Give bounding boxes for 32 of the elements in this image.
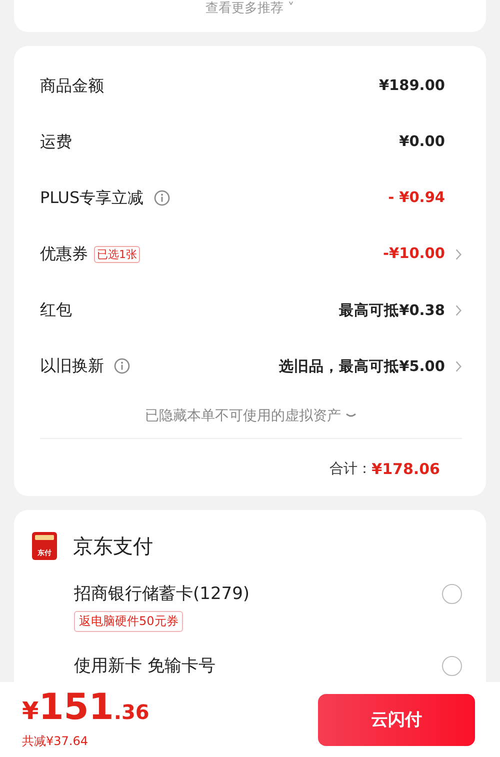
info-icon[interactable] bbox=[154, 190, 170, 206]
fee-label: 商品金额 bbox=[40, 76, 104, 96]
fee-value: ¥189.00 bbox=[378, 78, 445, 94]
radio-button[interactable] bbox=[442, 584, 462, 604]
total-label: 合计： bbox=[330, 460, 372, 478]
fee-value: ¥0.00 bbox=[399, 134, 445, 150]
chevron-icon[interactable] bbox=[455, 304, 462, 316]
info-icon[interactable] bbox=[114, 358, 130, 374]
fee-value: - ¥0.94 bbox=[388, 190, 445, 206]
more-recommendations-link[interactable]: 查看更多推荐 ˅ bbox=[206, 2, 294, 16]
payment-option-name[interactable]: 招商银行储蓄卡(1279) bbox=[74, 582, 250, 605]
total-value: ¥178.06 bbox=[372, 460, 440, 478]
total-price: ¥151.36 bbox=[22, 689, 150, 730]
fee-value: 选旧品，最高可抵¥5.00 bbox=[279, 358, 445, 376]
pay-button[interactable]: 云闪付 bbox=[318, 694, 475, 746]
fee-value: 最高可抵¥0.38 bbox=[339, 302, 445, 320]
chevron-icon[interactable] bbox=[455, 248, 462, 260]
savings-text: 共减¥37.64 bbox=[22, 733, 89, 750]
chevron-icon[interactable] bbox=[455, 360, 462, 372]
coupon-tag: 已选1张 bbox=[94, 246, 140, 262]
fee-label: 以旧换新 bbox=[40, 356, 104, 376]
promo-tag: 返电脑硬件50元券 bbox=[74, 611, 184, 632]
chevron-down-icon[interactable] bbox=[345, 412, 357, 420]
radio-button[interactable] bbox=[442, 656, 462, 676]
hidden-assets-toggle[interactable]: 已隐藏本单不可使用的虚拟资产 bbox=[145, 407, 341, 425]
fee-label: 红包 bbox=[40, 300, 72, 320]
fee-label: PLUS专享立减 bbox=[40, 188, 144, 208]
fee-label: 优惠券 bbox=[40, 244, 88, 264]
payment-title: 京东支付 bbox=[73, 532, 153, 560]
fee-label: 运费 bbox=[40, 132, 72, 152]
payment-option-name[interactable]: 使用新卡 免输卡号 bbox=[74, 654, 216, 677]
fee-value: -¥10.00 bbox=[383, 246, 445, 262]
